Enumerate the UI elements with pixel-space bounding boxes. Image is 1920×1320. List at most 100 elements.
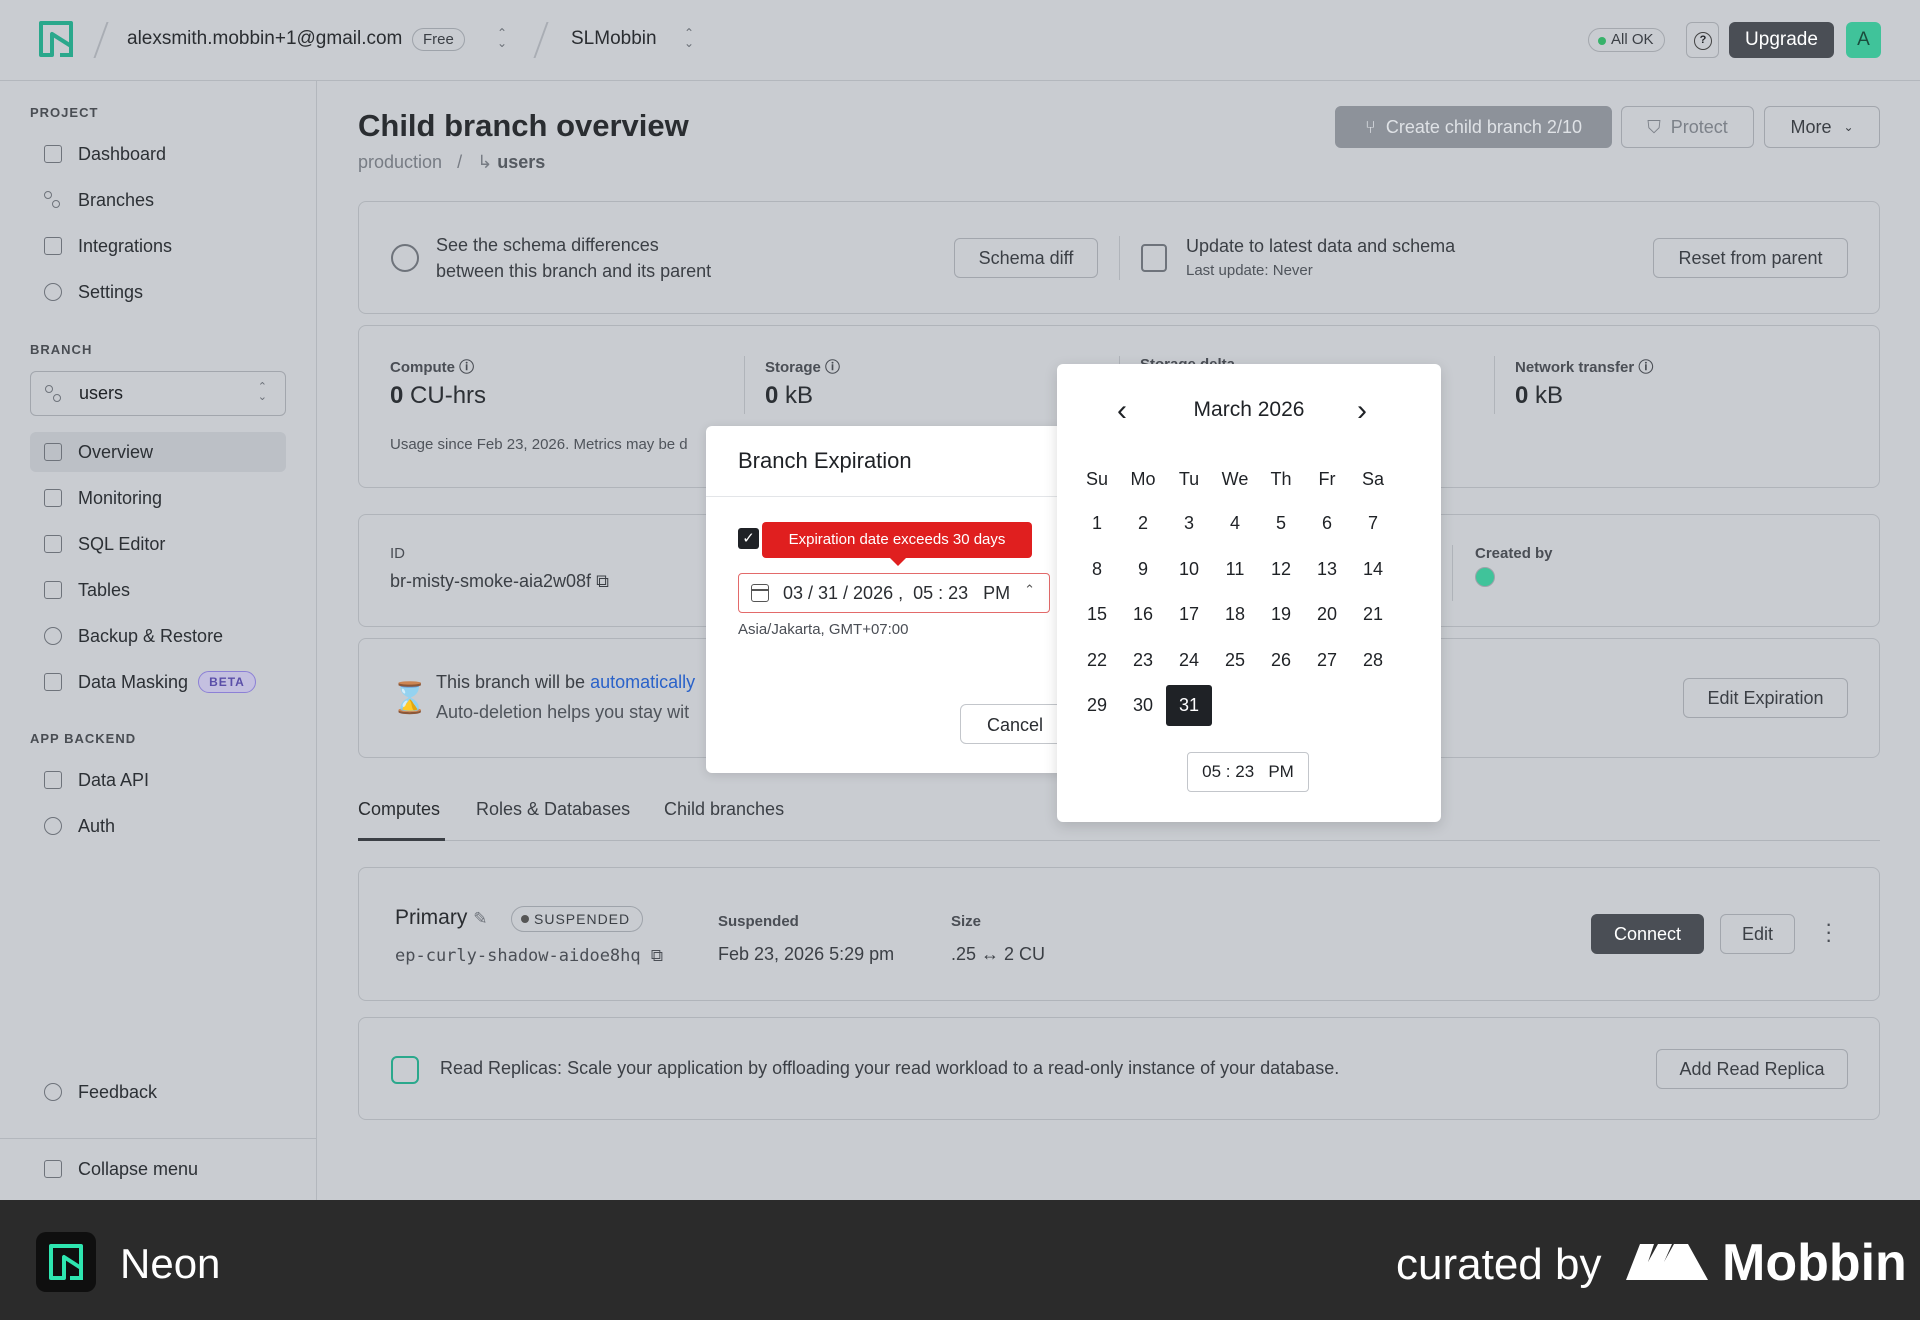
calendar-day[interactable]: 28 xyxy=(1350,638,1396,684)
id-label: ID xyxy=(390,545,405,562)
account-switcher-icon[interactable]: ⌃ ⌄ xyxy=(495,27,509,49)
calendar-day[interactable]: 6 xyxy=(1304,501,1350,547)
tab-child-branches[interactable]: Child branches xyxy=(664,799,784,820)
project-switcher-icon[interactable]: ⌃ ⌄ xyxy=(682,27,696,49)
upgrade-button[interactable]: Upgrade xyxy=(1729,22,1834,58)
calendar-day[interactable]: 22 xyxy=(1074,638,1120,684)
calendar-day[interactable]: 15 xyxy=(1074,592,1120,638)
expiration-date-input[interactable]: 03 / 31 / 2026 , 05 : 23 PM ⌃ xyxy=(738,573,1050,613)
calendar-day[interactable]: 4 xyxy=(1212,501,1258,547)
sidebar-item-auth[interactable]: Auth xyxy=(30,806,286,846)
calendar-day[interactable]: 18 xyxy=(1212,592,1258,638)
timezone-label: Asia/Jakarta, GMT+07:00 xyxy=(738,621,909,638)
calendar-time-input[interactable]: 05 : 23 PM xyxy=(1187,752,1309,792)
sidebar-item-sql-editor[interactable]: SQL Editor xyxy=(30,524,286,564)
calendar-icon xyxy=(751,584,769,602)
calendar-day[interactable]: 24 xyxy=(1166,638,1212,684)
calendar-day[interactable]: 8 xyxy=(1074,547,1120,593)
edit-expiration-button[interactable]: Edit Expiration xyxy=(1683,678,1848,718)
sidebar-item-settings[interactable]: Settings xyxy=(30,272,286,312)
more-button[interactable]: More ⌄ xyxy=(1764,106,1880,148)
calendar-day[interactable]: 21 xyxy=(1350,592,1396,638)
calendar-day[interactable]: 14 xyxy=(1350,547,1396,593)
calendar-day[interactable]: 27 xyxy=(1304,638,1350,684)
calendar-day[interactable]: 29 xyxy=(1074,683,1120,729)
gear-icon xyxy=(44,283,62,301)
feedback-button[interactable]: Feedback xyxy=(30,1072,286,1112)
divider xyxy=(0,1138,317,1139)
expiration-link[interactable]: automatically xyxy=(590,672,695,692)
branch-select[interactable]: users ⌃ ⌄ xyxy=(30,371,286,416)
branch-expiration-dialog: Branch Expiration ✓ Expiration date exce… xyxy=(706,426,1070,773)
sidebar-item-branches[interactable]: Branches xyxy=(30,180,286,220)
suspended-value: Feb 23, 2026 5:29 pm xyxy=(718,944,895,964)
calendar-day[interactable]: 3 xyxy=(1166,501,1212,547)
calendar-day[interactable]: 20 xyxy=(1304,592,1350,638)
sidebar-item-dashboard[interactable]: Dashboard xyxy=(30,134,286,174)
sidebar-item-tables[interactable]: Tables xyxy=(30,570,286,610)
sidebar-item-monitoring[interactable]: Monitoring xyxy=(30,478,286,518)
compute-card: Primary ✎ SUSPENDED ep-curly-shadow-aido… xyxy=(358,867,1880,1001)
edit-icon[interactable]: ✎ xyxy=(473,909,487,928)
sidebar-item-backup-restore[interactable]: Backup & Restore xyxy=(30,616,286,656)
account-email[interactable]: alexsmith.mobbin+1@gmail.com xyxy=(127,28,402,50)
calendar-day[interactable]: 25 xyxy=(1212,638,1258,684)
create-child-branch-button[interactable]: ⑂ Create child branch 2/10 xyxy=(1335,106,1612,148)
hourglass-icon: ⌛ xyxy=(391,682,429,715)
kebab-menu-icon[interactable]: · · · xyxy=(1825,913,1832,951)
avatar[interactable]: A xyxy=(1846,22,1881,58)
next-month-button[interactable]: › xyxy=(1357,394,1367,428)
expiration-checkbox[interactable]: ✓ xyxy=(738,528,759,549)
breadcrumb-parent[interactable]: production xyxy=(358,152,442,172)
calendar-day[interactable]: 17 xyxy=(1166,592,1212,638)
neon-logo-icon[interactable] xyxy=(38,20,74,58)
calendar-day[interactable]: 2 xyxy=(1120,501,1166,547)
cancel-button[interactable]: Cancel xyxy=(960,704,1070,744)
mask-icon xyxy=(44,673,62,691)
help-icon: ? xyxy=(1694,32,1712,50)
copy-icon[interactable]: ⧉ xyxy=(596,571,609,591)
calendar-day[interactable]: 26 xyxy=(1258,638,1304,684)
calendar-day[interactable]: 19 xyxy=(1258,592,1304,638)
status-badge[interactable]: All OK xyxy=(1588,28,1665,52)
divider xyxy=(1119,236,1120,280)
reset-from-parent-button[interactable]: Reset from parent xyxy=(1653,238,1848,278)
status-dot-icon xyxy=(1598,37,1606,45)
calendar-day[interactable]: 11 xyxy=(1212,547,1258,593)
calendar-day[interactable]: 5 xyxy=(1258,501,1304,547)
error-tooltip: Expiration date exceeds 30 days xyxy=(762,522,1032,566)
sidebar-item-label: Tables xyxy=(78,579,131,600)
help-button[interactable]: ? xyxy=(1686,22,1719,58)
calendar-day[interactable]: 16 xyxy=(1120,592,1166,638)
collapse-menu-button[interactable]: Collapse menu xyxy=(30,1149,286,1189)
protect-button[interactable]: ⛉ Protect xyxy=(1621,106,1754,148)
add-read-replica-button[interactable]: Add Read Replica xyxy=(1656,1049,1848,1089)
copy-icon[interactable]: ⧉ xyxy=(651,946,663,966)
breadcrumb: production / ↳ users xyxy=(358,152,545,173)
calendar-day[interactable]: 23 xyxy=(1120,638,1166,684)
sidebar-item-label: Data Masking xyxy=(78,671,189,692)
calendar-day[interactable]: 12 xyxy=(1258,547,1304,593)
project-name[interactable]: SLMobbin xyxy=(571,28,657,50)
calendar-day[interactable]: 9 xyxy=(1120,547,1166,593)
weekday-header: Fr xyxy=(1318,469,1336,489)
schema-diff-button[interactable]: Schema diff xyxy=(954,238,1098,278)
calendar-day[interactable]: 13 xyxy=(1304,547,1350,593)
connect-button[interactable]: Connect xyxy=(1591,914,1704,954)
tab-computes[interactable]: Computes xyxy=(358,799,440,820)
created-by-label: Created by xyxy=(1475,545,1553,562)
sidebar-item-overview[interactable]: Overview xyxy=(30,432,286,472)
sidebar-item-data-masking[interactable]: Data Masking BETA xyxy=(30,662,286,702)
chevron-up-icon[interactable]: ⌃ xyxy=(1024,582,1035,598)
tab-roles-databases[interactable]: Roles & Databases xyxy=(476,799,630,820)
calendar-day[interactable]: 10 xyxy=(1166,547,1212,593)
section-label-branch: BRANCH xyxy=(30,342,93,357)
calendar-day-selected[interactable]: 31 xyxy=(1166,685,1212,727)
sidebar-item-integrations[interactable]: Integrations xyxy=(30,226,286,266)
calendar-day[interactable]: 30 xyxy=(1120,683,1166,729)
edit-button[interactable]: Edit xyxy=(1720,914,1795,954)
calendar-day[interactable]: 7 xyxy=(1350,501,1396,547)
sidebar-item-data-api[interactable]: Data API xyxy=(30,760,286,800)
calendar-day[interactable]: 1 xyxy=(1074,501,1120,547)
info-icon: ⓘ xyxy=(825,359,841,376)
